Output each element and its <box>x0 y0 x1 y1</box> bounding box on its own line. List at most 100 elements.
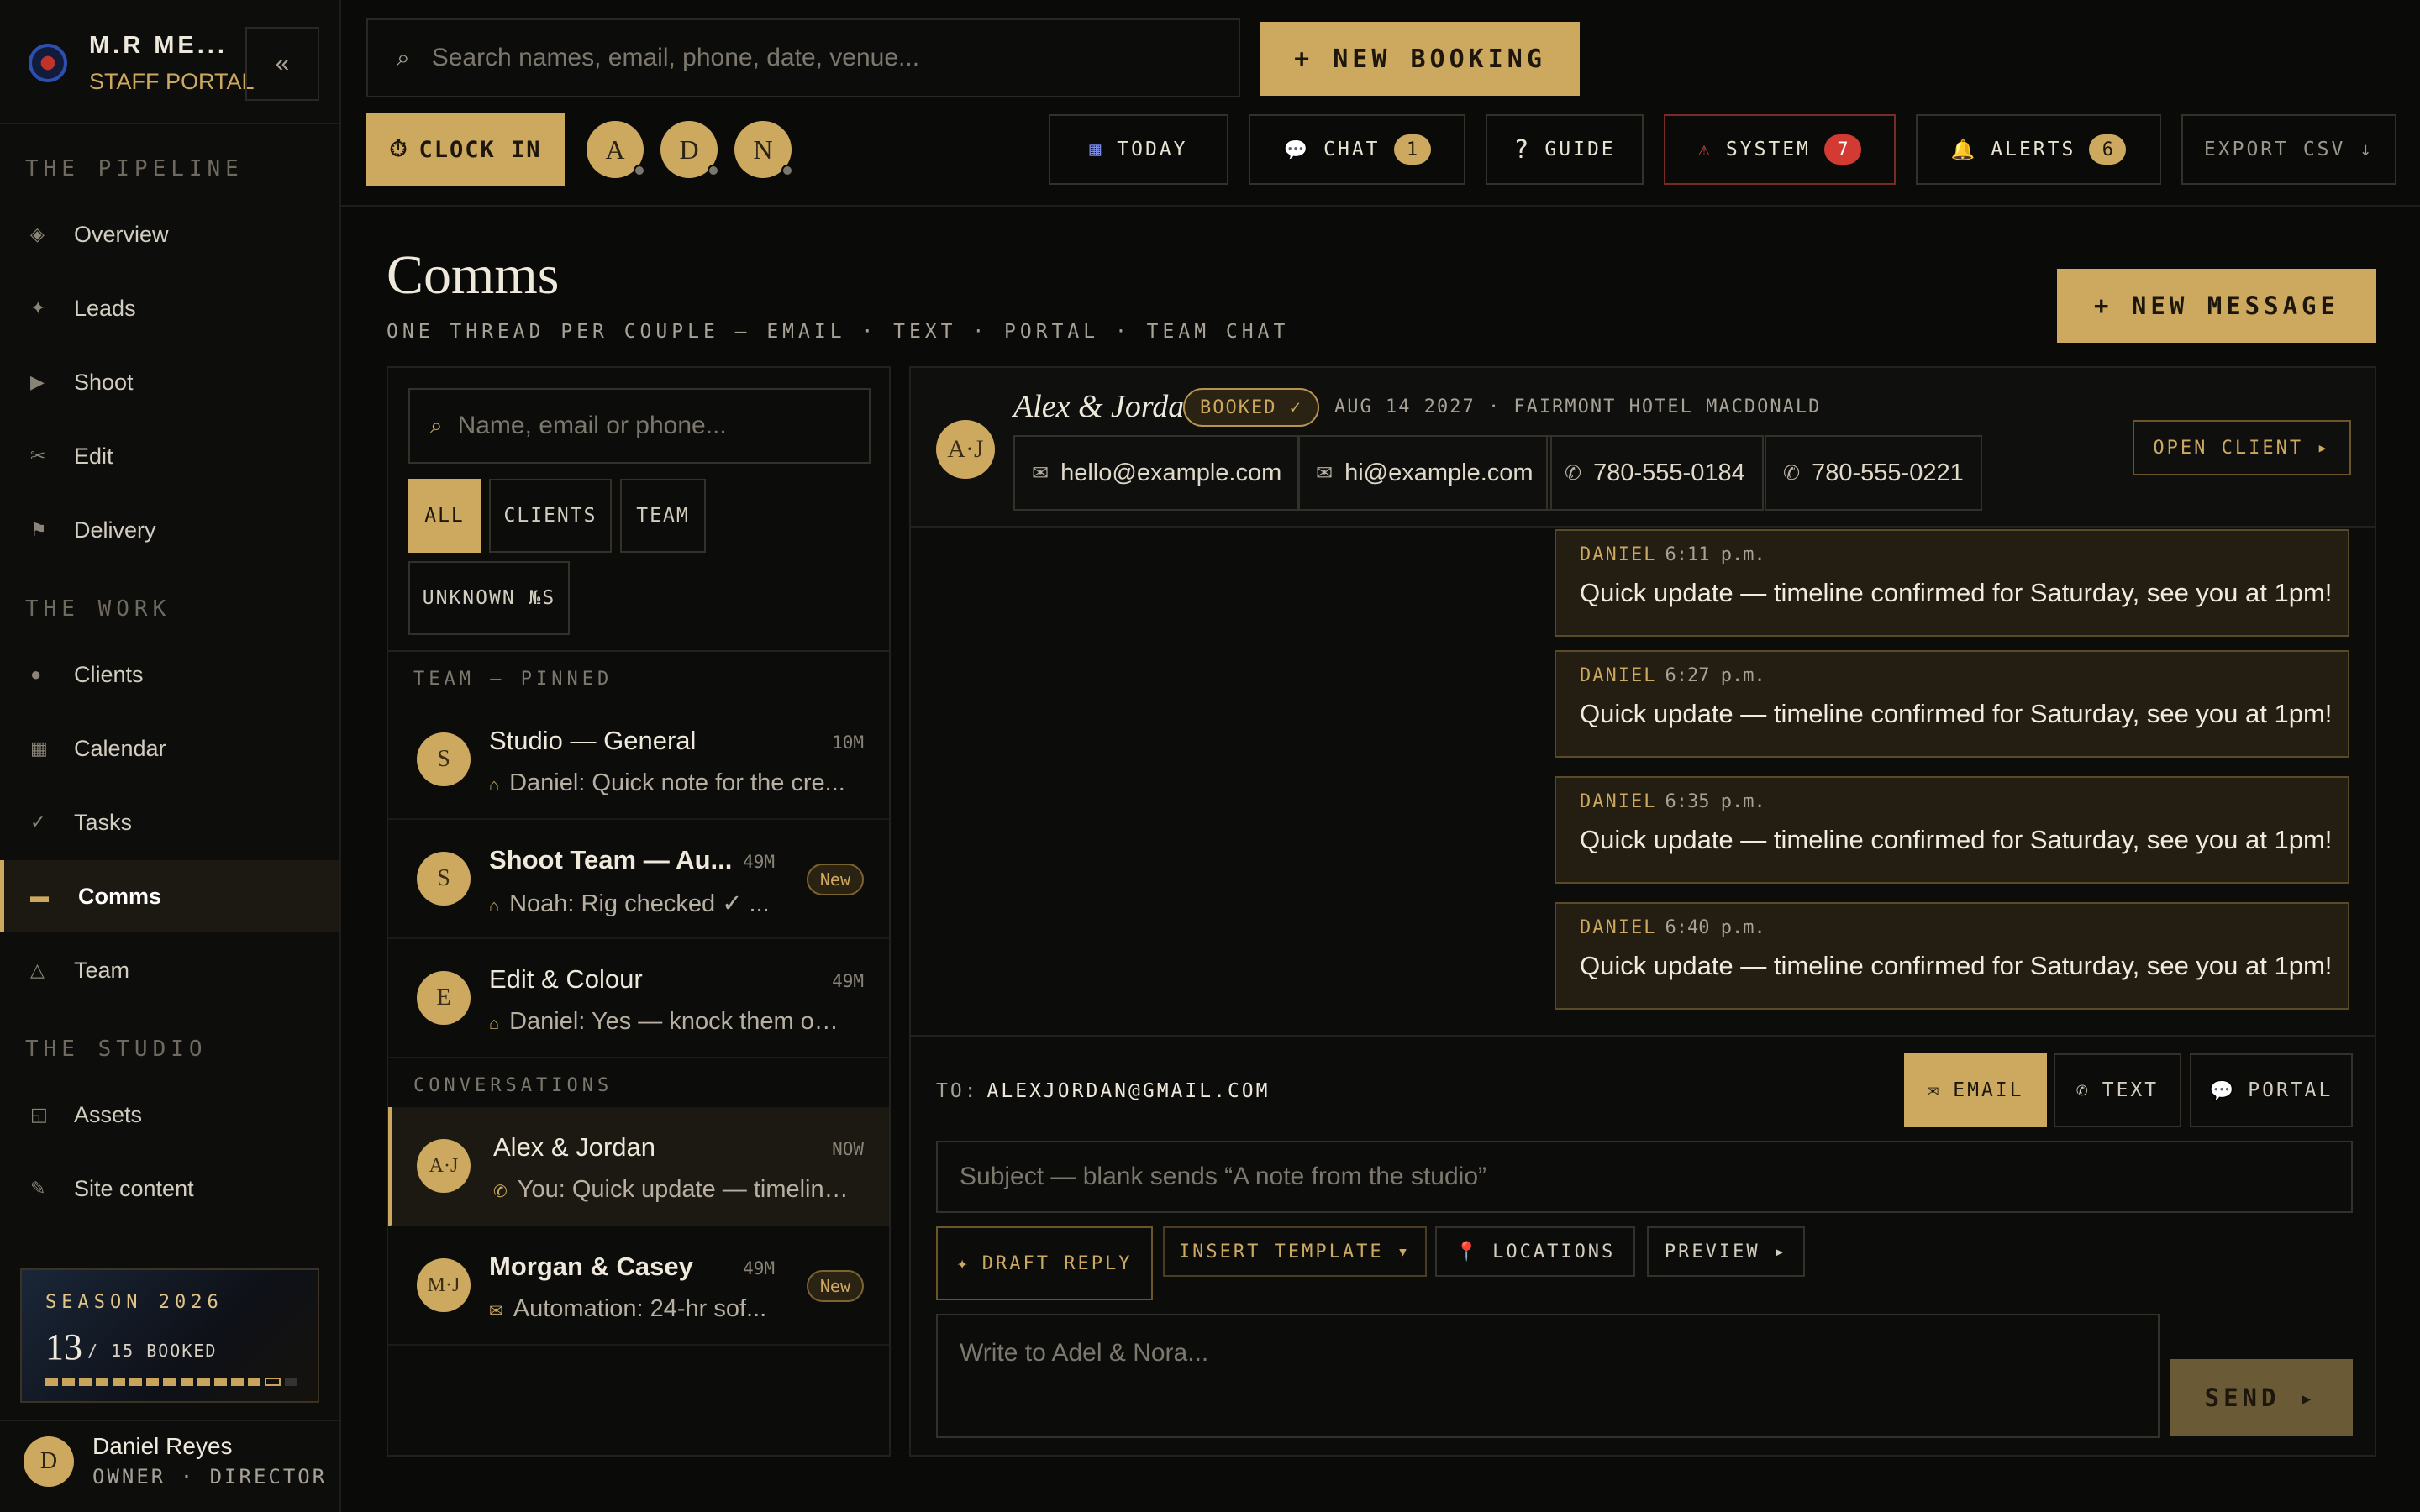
email-icon: ✉ <box>1927 1079 1942 1101</box>
conversation-item[interactable]: M·J Morgan & Casey 49M ✉ Automation: 24-h… <box>388 1226 889 1346</box>
message-body-input[interactable]: Write to Adel & Nora... <box>936 1314 2160 1438</box>
contact-chip-phone[interactable]: ✆ 780-555-0221 <box>1765 435 1982 511</box>
alerts-label: ALERTS <box>1991 139 2076 160</box>
clock-in-button[interactable]: ⏱ CLOCK IN <box>366 113 565 186</box>
channel-portal-button[interactable]: 💬 PORTAL <box>2190 1053 2353 1127</box>
sidebar-item-label: Leads <box>74 295 136 321</box>
guide-button[interactable]: ? GUIDE <box>1486 114 1644 185</box>
sparkle-icon: ✦ <box>30 297 46 318</box>
sidebar-item-overview[interactable]: ◈ Overview <box>0 198 339 270</box>
locations-button[interactable]: 📍 LOCATIONS <box>1435 1226 1635 1277</box>
new-message-button[interactable]: + NEW MESSAGE <box>2057 269 2376 343</box>
conversation-item-selected[interactable]: A·J Alex & Jordan NOW ✆ You: Quick update… <box>388 1107 889 1226</box>
alerts-count-badge: 6 <box>2089 134 2127 165</box>
page-title: Comms <box>387 244 560 306</box>
status-badge: BOOKED ✓ <box>1183 388 1319 427</box>
thread-search-input[interactable]: ⌕ Name, email or phone... <box>408 388 871 464</box>
team-thread-item[interactable]: S Studio — General 10M ⌂ Daniel: Quick no… <box>388 701 889 820</box>
presence-avatar[interactable]: A <box>587 121 645 178</box>
thread-preview-text: Noah: Rig checked ✓ ... <box>509 890 770 917</box>
sidebar-item-label: Site content <box>74 1175 194 1201</box>
season-progress-segment <box>230 1378 244 1386</box>
sidebar-item-team[interactable]: △ Team <box>0 934 339 1006</box>
status-dot <box>781 165 793 176</box>
sidebar-item-tasks[interactable]: ✓ Tasks <box>0 786 339 858</box>
thread-name: Edit & Colour <box>489 964 643 994</box>
filter-all[interactable]: ALL <box>408 479 481 553</box>
team-thread-item[interactable]: E Edit & Colour 49M ⌂ Daniel: Yes — knock… <box>388 939 889 1058</box>
preview-button[interactable]: PREVIEW ▸ <box>1647 1226 1805 1277</box>
sidebar-item-clients[interactable]: ● Clients <box>0 638 339 711</box>
contact-chip-email[interactable]: ✉ hi@example.com <box>1297 435 1552 511</box>
new-badge: New <box>806 864 864 895</box>
flag-icon: ⚑ <box>30 519 47 540</box>
pencil-icon: ✎ <box>30 1178 46 1199</box>
sidebar-item-assets[interactable]: ◱ Assets <box>0 1079 339 1151</box>
season-progress-segment <box>247 1378 260 1386</box>
season-total: / 15 BOOKED <box>87 1341 218 1361</box>
filter-unknown-numbers[interactable]: UNKNOWN №S <box>408 561 570 635</box>
insert-template-dropdown[interactable]: INSERT TEMPLATE ▾ <box>1163 1226 1427 1277</box>
system-label: SYSTEM <box>1725 139 1811 160</box>
message-icon: ▬ <box>30 885 49 906</box>
contact-value: hi@example.com <box>1344 459 1534 486</box>
subject-input[interactable]: Subject — blank sends “A note from the s… <box>936 1141 2353 1213</box>
sidebar-item-calendar[interactable]: ▦ Calendar <box>0 712 339 785</box>
season-booked-count: 13 <box>45 1326 82 1368</box>
new-booking-button[interactable]: + NEW BOOKING <box>1260 22 1580 96</box>
sidebar-item-leads[interactable]: ✦ Leads <box>0 272 339 344</box>
pin-icon: 📍 <box>1455 1241 1481 1263</box>
conversations-heading: CONVERSATIONS <box>413 1075 613 1096</box>
open-client-button[interactable]: OPEN CLIENT ▸ <box>2133 420 2351 475</box>
collapse-sidebar-button[interactable]: « <box>245 27 319 101</box>
email-icon: ✉ <box>1032 461 1050 485</box>
sidebar-item-label: Clients <box>74 661 144 687</box>
image-icon: ◱ <box>30 1104 48 1125</box>
team-thread-item[interactable]: S Shoot Team — Au... 49M ⌂ Noah: Rig chec… <box>388 820 889 939</box>
channel-label: EMAIL <box>1953 1079 2024 1101</box>
message-meta: DANIEL 6:35 p.m. <box>1580 791 1765 812</box>
today-button[interactable]: ▦ TODAY <box>1049 114 1228 185</box>
presence-avatar[interactable]: N <box>734 121 793 178</box>
calendar-icon: ▦ <box>30 738 48 759</box>
season-label: SEASON 2026 <box>45 1292 224 1313</box>
thread-preview-text: Daniel: Yes — knock them out ... <box>509 1008 850 1035</box>
channel-email-button[interactable]: ✉ EMAIL <box>1904 1053 2047 1127</box>
channel-text-button[interactable]: ✆ TEXT <box>2054 1053 2181 1127</box>
send-button[interactable]: SEND ▸ <box>2170 1359 2353 1436</box>
draft-reply-button[interactable]: ✦ DRAFT REPLY <box>936 1226 1153 1300</box>
chat-bubble-icon: 💬 <box>1283 139 1311 161</box>
global-search-input[interactable]: ⌕ Search names, email, phone, date, venu… <box>366 18 1240 97</box>
presence-avatar[interactable]: D <box>660 121 719 178</box>
message-body: Quick update — timeline confirmed for Sa… <box>1580 578 2333 607</box>
search-icon: ⌕ <box>430 412 443 438</box>
nav-section-work: THE WORK <box>25 596 171 622</box>
chat-button[interactable]: 💬 CHAT 1 <box>1249 114 1465 185</box>
season-progress-segment <box>264 1378 281 1386</box>
sidebar-item-shoot[interactable]: ▶ Shoot <box>0 346 339 418</box>
team-icon: ⌂ <box>489 897 500 916</box>
thread-search-placeholder: Name, email or phone... <box>457 412 727 439</box>
contact-chip-phone[interactable]: ✆ 780-555-0184 <box>1546 435 1764 511</box>
conversation-header: A·J Alex & Jordan BOOKED ✓ AUG 14 2027 ·… <box>911 368 2375 528</box>
to-label: TO: <box>936 1080 979 1102</box>
clock-icon: ⏱ <box>389 136 409 162</box>
sidebar-item-comms[interactable]: ▬ Comms <box>0 860 339 932</box>
message-meta: DANIEL 6:40 p.m. <box>1580 917 1765 938</box>
export-csv-button[interactable]: EXPORT CSV ↓ <box>2181 114 2396 185</box>
message-author: DANIEL <box>1580 791 1657 812</box>
filter-team[interactable]: TEAM <box>620 479 706 553</box>
season-progress-segment <box>213 1378 227 1386</box>
filter-clients[interactable]: CLIENTS <box>489 479 612 553</box>
sidebar-item-site-content[interactable]: ✎ Site content <box>0 1152 339 1225</box>
nav-section-pipeline: THE PIPELINE <box>25 156 244 181</box>
contact-chip-email[interactable]: ✉ hello@example.com <box>1013 435 1301 511</box>
alerts-button[interactable]: 🔔 ALERTS 6 <box>1916 114 2161 185</box>
event-meta: AUG 14 2027 · FAIRMONT HOTEL MACDONALD <box>1334 396 1822 417</box>
presence-initial: N <box>753 134 773 165</box>
user-profile[interactable]: D Daniel Reyes OWNER · DIRECTOR <box>0 1420 339 1512</box>
client-name: Alex & Jordan <box>1013 389 1201 424</box>
sidebar-item-delivery[interactable]: ⚑ Delivery <box>0 494 339 566</box>
sidebar-item-edit[interactable]: ✂ Edit <box>0 420 339 492</box>
system-button[interactable]: ⚠ SYSTEM 7 <box>1664 114 1896 185</box>
